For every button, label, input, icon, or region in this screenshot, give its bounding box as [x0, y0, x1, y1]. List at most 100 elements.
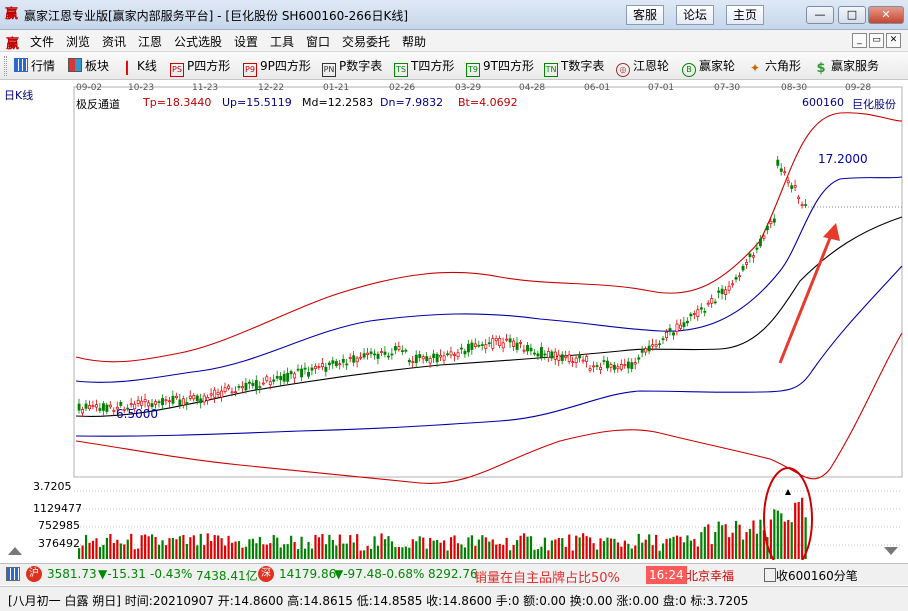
indicator-up: Up=15.5119: [222, 96, 292, 109]
forum-link[interactable]: 论坛: [676, 5, 715, 25]
volume-bar: [262, 544, 265, 559]
candle-body: [439, 354, 443, 358]
candle-body: [505, 338, 509, 341]
volume-bar: [310, 548, 314, 559]
menu-browse[interactable]: 浏览: [66, 33, 90, 50]
menu-window[interactable]: 窗口: [306, 33, 330, 50]
volume-bar: [401, 547, 404, 559]
volume-bar: [349, 535, 352, 559]
tool-9t-square-label: 9T四方形: [483, 59, 534, 73]
volume-bar: [554, 539, 557, 559]
menu-news[interactable]: 资讯: [102, 33, 126, 50]
menu-settings[interactable]: 设置: [234, 33, 258, 50]
volume-bar: [623, 540, 626, 559]
news-headline[interactable]: 北京幸福: [686, 567, 734, 584]
quote-grid-icon[interactable]: [6, 567, 20, 581]
tool-9t-square[interactable]: T9 9T四方形: [466, 57, 534, 77]
candle-body: [352, 355, 356, 363]
mdi-close-button[interactable]: ✕: [886, 33, 901, 48]
volume-bar: [81, 545, 84, 559]
menu-trading[interactable]: 交易委托: [342, 33, 390, 50]
volume-bar: [133, 549, 136, 559]
tool-sectors[interactable]: 板块: [68, 57, 109, 75]
candle-body: [234, 391, 237, 394]
candle-body: [414, 354, 418, 364]
candle-body: [112, 410, 116, 412]
candle-body: [546, 351, 550, 358]
candle-body: [404, 349, 408, 352]
volume-bar: [171, 538, 175, 559]
tool-kline[interactable]: ┃ K线: [120, 57, 157, 75]
kline-chart[interactable]: [0, 81, 908, 560]
tool-t-square[interactable]: TS T四方形: [394, 57, 454, 77]
candle-body: [199, 398, 203, 404]
tool-9p-square[interactable]: P9 9P四方形: [243, 57, 311, 77]
candle-body: [581, 359, 585, 362]
toolbar-grip[interactable]: [4, 56, 7, 76]
candle-body: [369, 351, 373, 355]
candle-body: [783, 171, 787, 174]
candle-body: [689, 313, 693, 317]
candle-body: [265, 376, 269, 382]
candle-body: [633, 362, 637, 365]
menu-help[interactable]: 帮助: [402, 33, 426, 50]
candle-body: [724, 289, 728, 296]
volume-bar: [602, 541, 606, 559]
candle-body: [779, 168, 783, 172]
customer-service-link[interactable]: 客服: [626, 5, 665, 25]
volume-bar: [630, 548, 633, 559]
candle-body: [157, 401, 161, 403]
candle-body: [213, 389, 217, 398]
menu-formula-picker[interactable]: 公式选股: [174, 33, 222, 50]
tool-service[interactable]: $ 赢家服务: [814, 57, 879, 75]
mdi-restore-button[interactable]: ▭: [869, 33, 884, 48]
tool-quotes[interactable]: 行情: [14, 57, 55, 75]
homepage-link[interactable]: 主页: [726, 5, 765, 25]
tool-t-table[interactable]: TN T数字表: [544, 57, 604, 77]
volume-bar: [474, 545, 477, 559]
volume-bar: [484, 537, 487, 559]
volume-bar: [634, 545, 637, 559]
maximize-button[interactable]: □: [838, 6, 866, 24]
candle-body: [397, 346, 401, 350]
dollar-icon: $: [816, 61, 826, 76]
tool-p-table[interactable]: PN P数字表: [322, 57, 382, 77]
volume-bar: [595, 549, 599, 559]
candle-body: [185, 402, 189, 405]
volume-bar: [453, 535, 456, 559]
volume-bar: [519, 535, 522, 559]
candle-body: [484, 344, 488, 349]
candle-body: [574, 357, 578, 364]
candle-body: [682, 322, 686, 327]
volume-bar: [609, 538, 613, 559]
kline-chart-panel[interactable]: 日K线 极反通道 Tp=18.3440 Up=15.5119 Md=12.258…: [0, 81, 908, 560]
tool-hexagon[interactable]: ✦ 六角形: [748, 57, 801, 75]
menu-tools[interactable]: 工具: [270, 33, 294, 50]
menu-gann[interactable]: 江恩: [138, 33, 162, 50]
candle-body: [522, 349, 526, 352]
candle-body: [612, 364, 616, 370]
minimize-button[interactable]: —: [806, 6, 834, 24]
volume-bar: [721, 525, 724, 559]
volume-bar: [679, 536, 682, 559]
tool-p-square[interactable]: PS P四方形: [170, 57, 230, 77]
volume-bar: [144, 534, 147, 559]
candle-body: [300, 368, 304, 378]
tool-gann-wheel[interactable]: ◎ 江恩轮: [616, 57, 669, 77]
mdi-minimize-button[interactable]: _: [852, 33, 867, 48]
candle-body: [390, 353, 394, 356]
candle-body: [762, 235, 766, 239]
close-button[interactable]: ✕: [868, 6, 904, 24]
candle-body: [324, 366, 328, 372]
tool-winner-wheel[interactable]: B 赢家轮: [682, 57, 735, 77]
volume-bar: [707, 524, 710, 559]
volume-bar: [439, 542, 442, 559]
menu-file[interactable]: 文件: [30, 33, 54, 50]
candle-body: [178, 399, 182, 406]
volume-bar: [185, 544, 188, 559]
volume-bar: [717, 521, 720, 559]
candle-body: [261, 382, 265, 385]
news-ticker[interactable]: 销量在自主品牌占比50%: [474, 567, 620, 586]
candle-body: [755, 247, 759, 250]
volume-bar: [404, 546, 407, 559]
